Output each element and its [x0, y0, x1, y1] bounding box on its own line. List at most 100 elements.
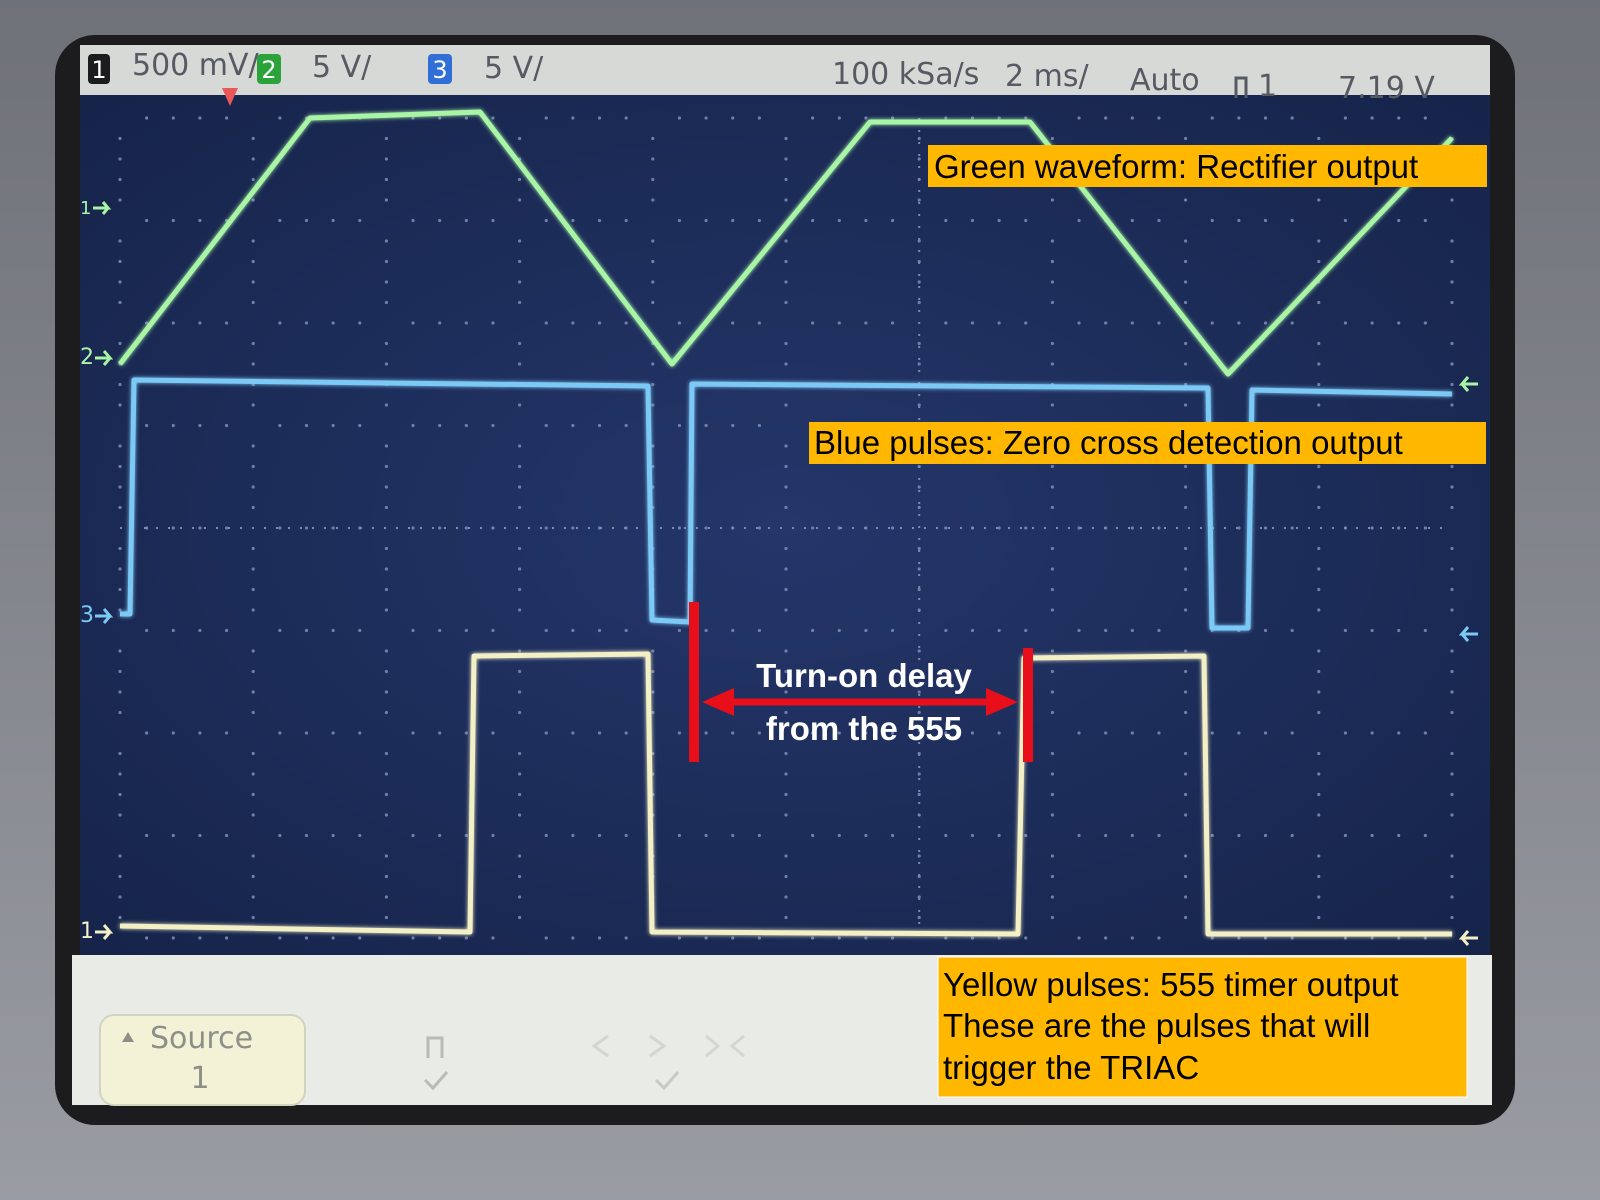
- grid-dot: [624, 218, 628, 223]
- grid-dot: [1184, 874, 1188, 879]
- grid-dot: [811, 526, 815, 530]
- grid-dot: [1290, 628, 1294, 633]
- ch4-marker-label: 1: [80, 919, 94, 944]
- grid-dot: [1290, 731, 1294, 735]
- grid-dot: [811, 833, 815, 838]
- grid-dot: [1317, 341, 1321, 346]
- grid-dot: [384, 813, 388, 817]
- grid-dot: [224, 423, 229, 428]
- grid-dot: [890, 218, 895, 223]
- grid-dot: [118, 915, 122, 920]
- grid-dot: [438, 628, 442, 633]
- grid-dot: [251, 362, 255, 366]
- grid-dot: [1263, 321, 1268, 325]
- grid-dot: [784, 239, 788, 243]
- grid-dot: [411, 936, 415, 940]
- grid-dot: [384, 362, 388, 366]
- grid-dot: [1077, 833, 1081, 838]
- grid-dot: [571, 423, 575, 428]
- grid-dot: [1024, 526, 1028, 530]
- grid-dot: [997, 116, 1001, 120]
- grid-dot: [1237, 321, 1241, 325]
- grid-dot: [251, 157, 255, 161]
- grid-dot: [544, 833, 548, 838]
- ch3-scale: 5 V/: [484, 51, 544, 86]
- grid-dot: [464, 321, 468, 325]
- grid-dot: [1184, 649, 1188, 653]
- grid-dot: [464, 218, 468, 223]
- grid-dot: [890, 628, 895, 633]
- grid-dot: [784, 157, 788, 161]
- grid-dot: [1450, 198, 1454, 202]
- grid-dot: [597, 116, 602, 120]
- grid-dot: [224, 936, 229, 940]
- grid-dot: [1370, 936, 1374, 940]
- grid-dot: [491, 218, 495, 223]
- grid-dot: [1317, 300, 1321, 305]
- grid-dot: [651, 710, 655, 715]
- grid-dot: [784, 362, 788, 366]
- grid-dot: [917, 136, 921, 141]
- grid-dot: [1050, 608, 1054, 612]
- grid-dot: [198, 526, 202, 530]
- grid-dot: [811, 936, 815, 940]
- grid-dot: [1210, 936, 1214, 940]
- grid-dot: [384, 608, 388, 612]
- grid-dot: [1184, 895, 1188, 899]
- grid-dot: [1184, 280, 1188, 284]
- ch2-badge[interactable]: 2: [261, 56, 276, 84]
- grid-dot: [651, 444, 655, 448]
- grid-dot: [438, 833, 442, 838]
- grid-dot: [251, 608, 255, 612]
- source-softkey-label[interactable]: Source: [150, 1021, 253, 1056]
- grid-dot: [251, 239, 255, 243]
- grid-dot: [1050, 280, 1054, 284]
- grid-dot: [1317, 567, 1321, 571]
- grid-dot: [1210, 218, 1214, 223]
- ch3-badge[interactable]: 3: [432, 56, 447, 84]
- grid-dot: [784, 546, 788, 551]
- grid-dot: [358, 936, 362, 940]
- grid-dot: [1290, 833, 1294, 838]
- grid-dot: [358, 628, 362, 633]
- grid-dot: [198, 936, 202, 940]
- grid-dot: [118, 259, 122, 264]
- grid-dot: [278, 116, 282, 120]
- grid-dot: [1317, 403, 1321, 407]
- grid-dot: [411, 833, 415, 838]
- grid-dot: [917, 505, 921, 510]
- grid-dot: [1317, 608, 1321, 612]
- grid-dot: [251, 546, 255, 551]
- ch1-badge[interactable]: 1: [91, 56, 106, 84]
- grid-dot: [464, 833, 468, 838]
- grid-dot: [1317, 136, 1321, 141]
- grid-dot: [1397, 936, 1401, 940]
- grid-dot: [597, 833, 602, 838]
- grid-dot: [544, 218, 548, 223]
- grid-dot: [1130, 116, 1134, 120]
- grid-dot: [811, 628, 815, 633]
- grid-dot: [438, 423, 442, 428]
- grid-dot: [1450, 772, 1454, 776]
- grid-dot: [304, 218, 309, 223]
- grid-dot: [1317, 239, 1321, 243]
- grid-dot: [384, 690, 388, 694]
- grid-dot: [1450, 505, 1454, 510]
- grid-dot: [917, 854, 921, 858]
- grid-dot: [304, 526, 309, 530]
- grid-dot: [384, 567, 388, 571]
- grid-dot: [1050, 362, 1054, 366]
- grid-dot: [384, 259, 388, 264]
- grid-dot: [944, 628, 948, 633]
- grid-dot: [651, 690, 655, 694]
- grid-dot: [171, 628, 175, 633]
- grid-dot: [544, 936, 548, 940]
- grid-dot: [1157, 731, 1161, 735]
- grid-dot: [411, 731, 415, 735]
- grid-dot: [1450, 403, 1454, 407]
- grid-dot: [1397, 731, 1401, 735]
- grid-dot: [518, 710, 522, 715]
- grid-dot: [464, 936, 468, 940]
- grid-dot: [278, 628, 282, 633]
- source-softkey-value[interactable]: 1: [190, 1061, 209, 1096]
